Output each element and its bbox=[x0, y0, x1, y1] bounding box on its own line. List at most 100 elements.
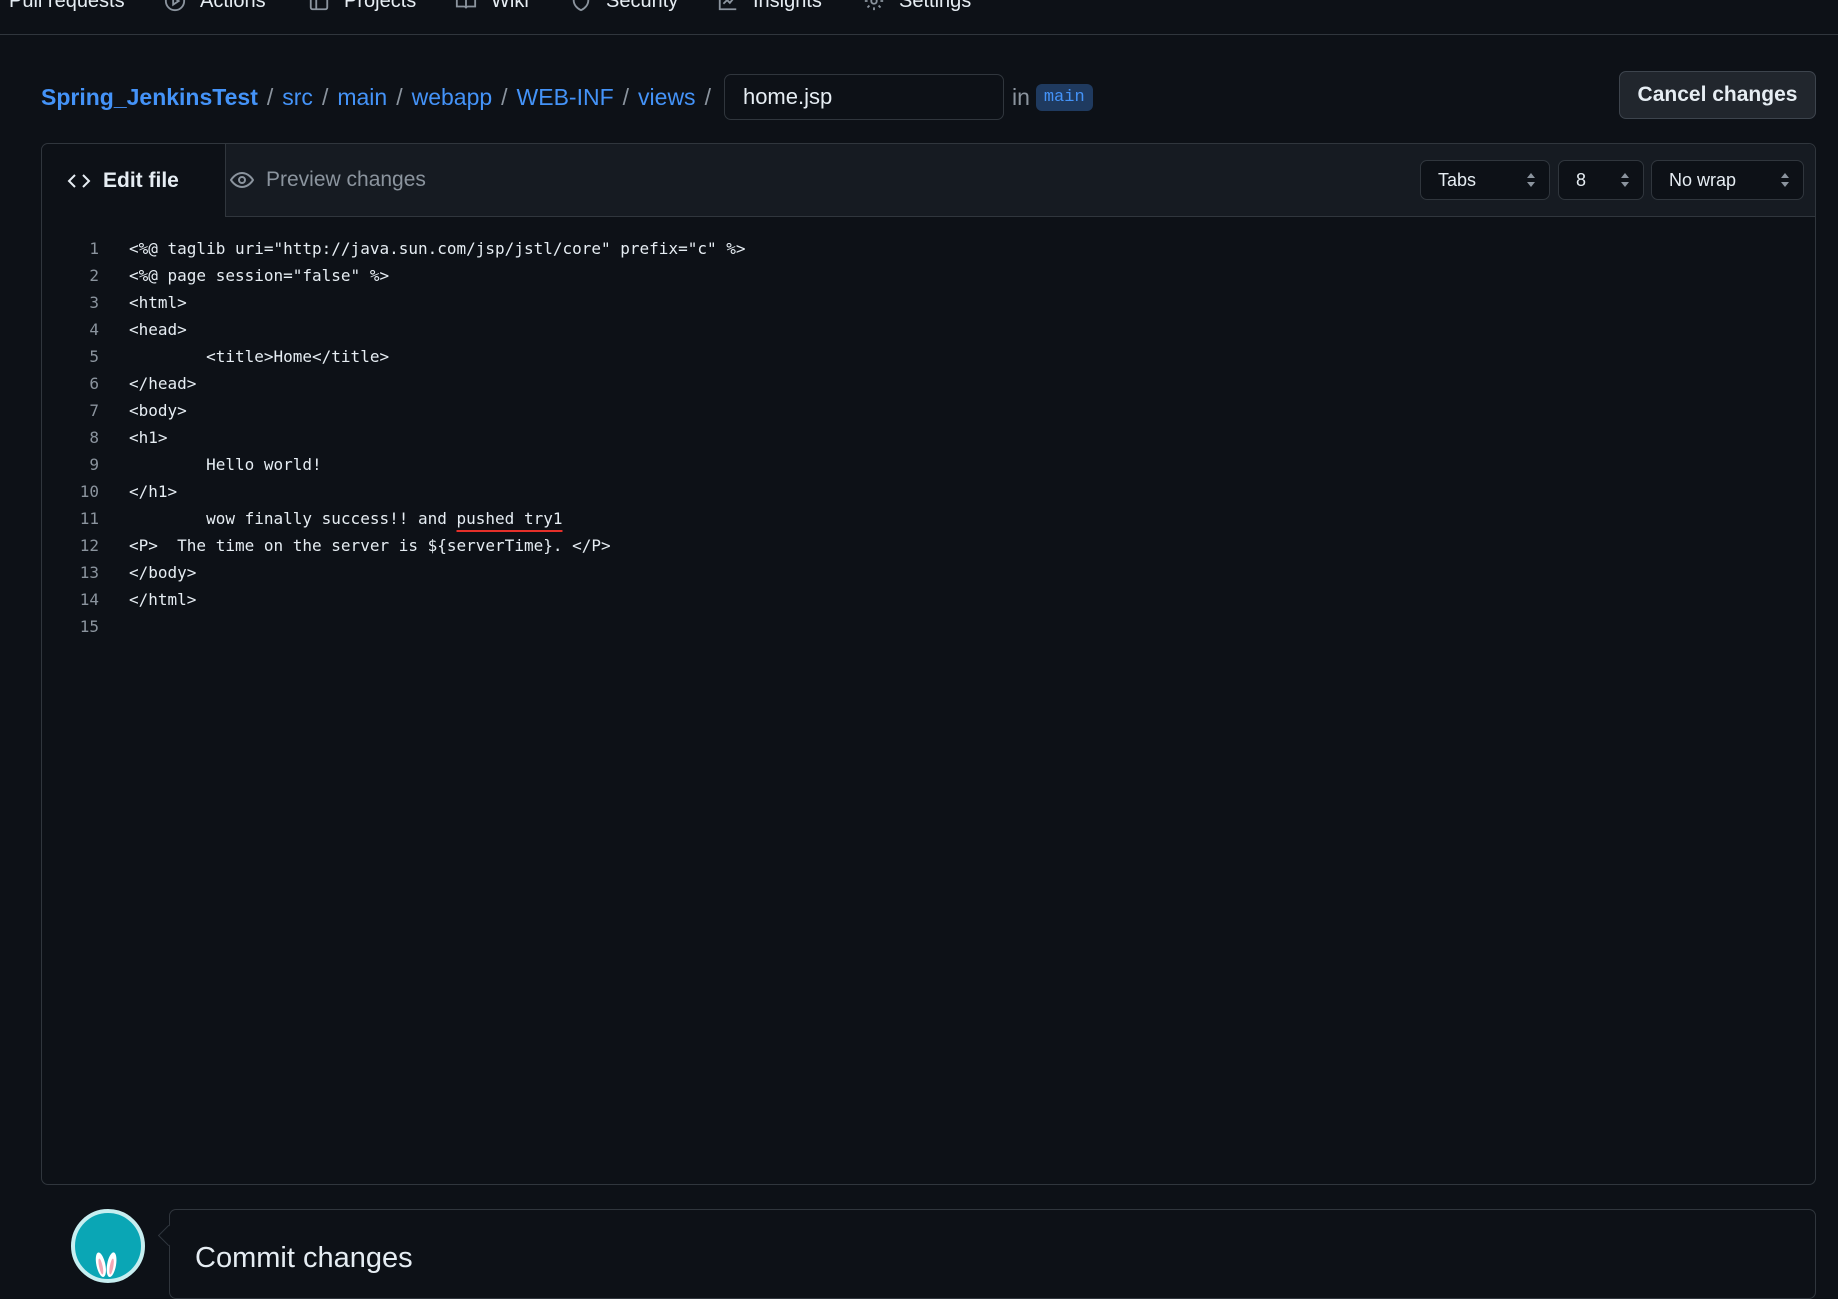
table-icon bbox=[309, 0, 329, 11]
nav-label: Wiki bbox=[491, 0, 529, 12]
code-text: <body> bbox=[129, 401, 187, 420]
line-number: 4 bbox=[89, 320, 99, 339]
indent-size-select[interactable]: 8 bbox=[1558, 160, 1644, 200]
breadcrumb-web-inf-link[interactable]: WEB-INF bbox=[517, 84, 614, 111]
nav-label: Projects bbox=[344, 0, 417, 12]
in-label: in bbox=[1011, 83, 1030, 110]
wrap-mode-select[interactable]: No wrap bbox=[1651, 160, 1804, 200]
code-text: Hello world! bbox=[129, 455, 322, 474]
play-circle-icon bbox=[164, 0, 186, 12]
code-text: <P> The time on the server is ${serverTi… bbox=[129, 536, 611, 555]
breadcrumb-views-link[interactable]: views bbox=[638, 84, 696, 111]
code-line[interactable]: 2 <%@ page session="false" %> bbox=[42, 262, 1815, 289]
breadcrumb-repo-link[interactable]: Spring_JenkinsTest bbox=[41, 84, 258, 111]
code-text: <%@ page session="false" %> bbox=[129, 266, 390, 285]
code-line[interactable]: 1 <%@ taglib uri="http://java.sun.com/jsp… bbox=[42, 235, 1815, 262]
line-number: 10 bbox=[79, 482, 99, 501]
code-line[interactable]: 8 <h1> bbox=[42, 424, 1815, 451]
nav-insights[interactable]: Insights bbox=[717, 0, 822, 16]
filename-input[interactable] bbox=[723, 74, 1004, 120]
line-number: 2 bbox=[89, 266, 99, 285]
graph-icon bbox=[718, 0, 737, 11]
code-line[interactable]: 7 <body> bbox=[42, 397, 1815, 424]
line-number: 13 bbox=[79, 563, 99, 582]
code-line[interactable]: 5 <title>Home</title> bbox=[42, 343, 1815, 370]
wrap-mode-value: No wrap bbox=[1669, 169, 1737, 190]
tab-label: Edit file bbox=[103, 168, 179, 192]
nav-label: Insights bbox=[753, 0, 822, 12]
nav-label: Actions bbox=[200, 0, 266, 12]
breadcrumb-webapp-link[interactable]: webapp bbox=[412, 84, 493, 111]
line-number: 5 bbox=[89, 347, 99, 366]
repo-nav: Pull requests Actions Projects Wiki Secu… bbox=[0, 0, 1838, 35]
book-icon bbox=[455, 0, 477, 9]
nav-actions[interactable]: Actions bbox=[164, 0, 266, 16]
breadcrumb-separator: / bbox=[704, 83, 711, 110]
indent-mode-select[interactable]: Tabs bbox=[1420, 160, 1550, 200]
code-line[interactable]: 15 bbox=[42, 613, 1815, 640]
code-line[interactable]: 4 <head> bbox=[42, 316, 1815, 343]
code-line[interactable]: 13 </body> bbox=[42, 559, 1815, 586]
editor-header: Edit file Preview changes Tabs 8 No wrap bbox=[42, 144, 1815, 217]
code-line[interactable]: 10 </h1> bbox=[42, 478, 1815, 505]
code-line[interactable]: 14 </html> bbox=[42, 586, 1815, 613]
code-line[interactable]: 11 wow finally success!! and pushed try1 bbox=[42, 505, 1815, 532]
eye-icon bbox=[230, 171, 254, 189]
breadcrumb-src-link[interactable]: src bbox=[282, 84, 313, 111]
code-text: <html> bbox=[129, 293, 187, 312]
file-editor: Edit file Preview changes Tabs 8 No wrap… bbox=[41, 143, 1816, 1185]
commit-title: Commit changes bbox=[195, 1242, 413, 1274]
line-number: 14 bbox=[79, 590, 99, 609]
code-text: <title>Home</title> bbox=[129, 347, 390, 366]
breadcrumb-separator: / bbox=[321, 83, 329, 110]
breadcrumb-main-link[interactable]: main bbox=[337, 84, 387, 111]
cancel-changes-button[interactable]: Cancel changes bbox=[1619, 71, 1816, 119]
indent-size-value: 8 bbox=[1576, 169, 1587, 190]
breadcrumb-separator: / bbox=[501, 83, 508, 110]
code-text: </h1> bbox=[129, 482, 178, 501]
code-text: <%@ taglib uri="http://java.sun.com/jsp/… bbox=[129, 239, 746, 258]
line-number: 8 bbox=[89, 428, 99, 447]
tab-edit-file[interactable]: Edit file bbox=[42, 144, 226, 217]
code-editor[interactable]: 1 <%@ taglib uri="http://java.sun.com/jsp… bbox=[42, 235, 1815, 640]
code-line[interactable]: 12 <P> The time on the server is ${server… bbox=[42, 532, 1815, 559]
line-number: 9 bbox=[89, 455, 99, 474]
nav-security[interactable]: Security bbox=[570, 0, 678, 16]
bunny-avatar-icon bbox=[95, 1252, 117, 1278]
line-number: 3 bbox=[89, 293, 99, 312]
indent-mode-value: Tabs bbox=[1438, 169, 1477, 190]
breadcrumb: Spring_JenkinsTest / src / main / webapp… bbox=[41, 72, 1093, 122]
breadcrumb-separator: / bbox=[396, 83, 403, 110]
code-line[interactable]: 3 <html> bbox=[42, 289, 1815, 316]
line-number: 15 bbox=[79, 617, 99, 636]
select-arrows-icon bbox=[1781, 173, 1789, 187]
gear-icon bbox=[864, 0, 884, 11]
line-number: 12 bbox=[79, 536, 99, 555]
line-number: 6 bbox=[89, 374, 99, 393]
nav-projects[interactable]: Projects bbox=[308, 0, 416, 16]
line-number: 7 bbox=[89, 401, 99, 420]
nav-settings[interactable]: Settings bbox=[863, 0, 971, 16]
code-line[interactable]: 9 Hello world! bbox=[42, 451, 1815, 478]
select-arrows-icon bbox=[1527, 173, 1535, 187]
shield-icon bbox=[572, 0, 590, 12]
code-icon bbox=[67, 173, 91, 188]
nav-label: Security bbox=[606, 0, 679, 12]
code-text: </body> bbox=[129, 563, 197, 582]
code-text: <h1> bbox=[129, 428, 168, 447]
select-arrows-icon bbox=[1621, 173, 1629, 187]
nav-wiki[interactable]: Wiki bbox=[455, 0, 529, 16]
code-text: wow finally success!! and pushed try1 bbox=[129, 509, 563, 528]
tab-preview-changes[interactable]: Preview changes bbox=[230, 144, 426, 216]
code-text: </head> bbox=[129, 374, 197, 393]
breadcrumb-separator: / bbox=[622, 83, 630, 110]
breadcrumb-separator: / bbox=[266, 83, 274, 110]
spellcheck-error: pushed try1 bbox=[456, 509, 563, 528]
branch-badge: main bbox=[1035, 83, 1093, 111]
avatar bbox=[71, 1209, 145, 1283]
commit-panel: Commit changes bbox=[169, 1209, 1816, 1299]
line-number: 1 bbox=[89, 239, 99, 258]
code-text: </html> bbox=[129, 590, 197, 609]
code-line[interactable]: 6 </head> bbox=[42, 370, 1815, 397]
nav-pull-requests[interactable]: Pull requests bbox=[9, 0, 125, 16]
